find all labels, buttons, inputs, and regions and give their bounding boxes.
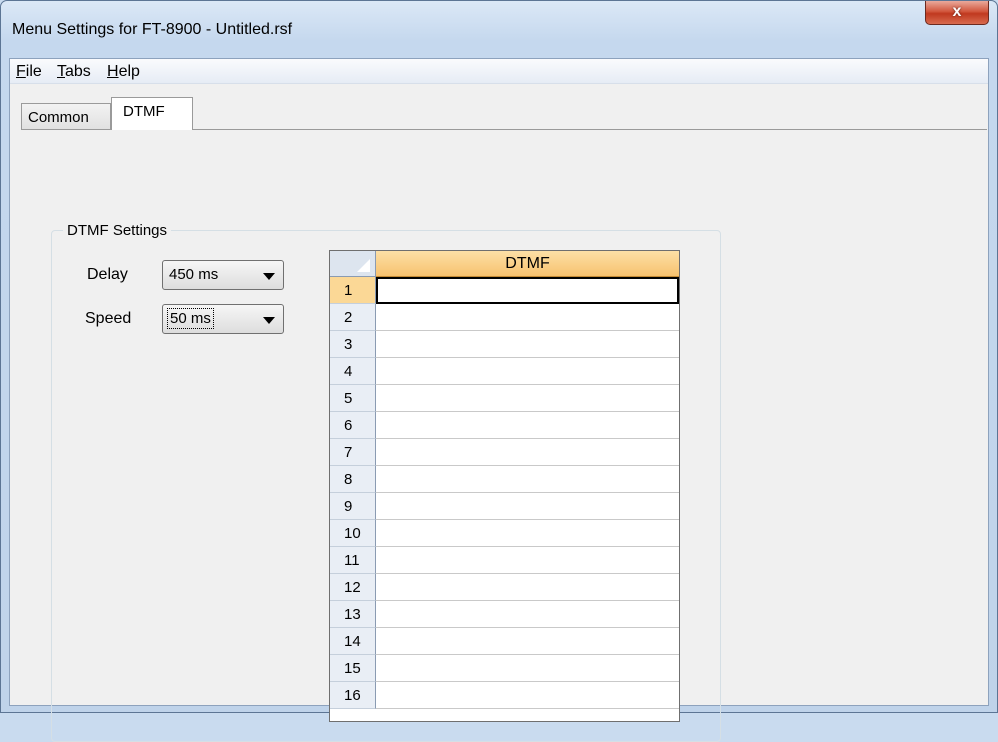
table-row: 6 <box>330 412 679 439</box>
row-header[interactable]: 15 <box>330 655 376 682</box>
table-row: 14 <box>330 628 679 655</box>
row-header[interactable]: 1 <box>330 277 376 304</box>
table-row: 3 <box>330 331 679 358</box>
table-row: 1 <box>330 277 679 304</box>
dtmf-cell[interactable] <box>376 574 679 601</box>
menu-help-label: elp <box>118 63 140 80</box>
row-header[interactable]: 12 <box>330 574 376 601</box>
dtmf-cell[interactable] <box>376 304 679 331</box>
delay-label: Delay <box>87 266 128 283</box>
dtmf-cell[interactable] <box>376 493 679 520</box>
table-row: 7 <box>330 439 679 466</box>
tab-common-label: Common <box>28 109 89 126</box>
table-row: 4 <box>330 358 679 385</box>
menu-file[interactable]: File <box>16 63 42 81</box>
dtmf-cell[interactable] <box>376 358 679 385</box>
menu-help-accel: H <box>107 63 119 80</box>
delay-select[interactable]: 450 ms <box>162 260 284 290</box>
speed-label: Speed <box>85 310 132 327</box>
menu-file-accel: F <box>16 63 26 80</box>
table-row: 2 <box>330 304 679 331</box>
close-icon: x <box>952 3 962 20</box>
table-row: 13 <box>330 601 679 628</box>
dtmf-cell[interactable] <box>376 439 679 466</box>
tab-dtmf[interactable]: DTMF <box>111 97 193 130</box>
row-header[interactable]: 4 <box>330 358 376 385</box>
tab-common[interactable]: Common <box>21 103 111 129</box>
dtmf-cell[interactable] <box>376 628 679 655</box>
client-area: File Tabs Help Common DTMF DTMF Settings… <box>9 58 989 742</box>
row-header[interactable]: 8 <box>330 466 376 493</box>
menu-tabs-accel: T <box>57 63 65 80</box>
delay-value: 450 ms <box>169 266 219 283</box>
row-header[interactable]: 10 <box>330 520 376 547</box>
select-all-corner[interactable] <box>330 251 376 277</box>
dtmf-cell[interactable] <box>376 385 679 412</box>
row-header[interactable]: 11 <box>330 547 376 574</box>
dtmf-tab-panel: DTMF Settings Delay 450 ms Speed 50 ms D… <box>21 129 987 742</box>
group-title: DTMF Settings <box>63 222 172 239</box>
dtmf-cell[interactable] <box>376 547 679 574</box>
row-header[interactable]: 2 <box>330 304 376 331</box>
menu-bar: File Tabs Help <box>10 59 988 84</box>
app-window: Menu Settings for FT-8900 - Untitled.rsf… <box>0 0 998 742</box>
row-header[interactable]: 6 <box>330 412 376 439</box>
chevron-down-icon <box>263 273 275 280</box>
table-row: 11 <box>330 547 679 574</box>
table-row: 12 <box>330 574 679 601</box>
dtmf-cell[interactable] <box>376 601 679 628</box>
chevron-down-icon <box>263 317 275 324</box>
menu-tabs[interactable]: Tabs <box>57 63 91 81</box>
menu-tabs-label: abs <box>65 63 91 80</box>
table-row: 16 <box>330 682 679 709</box>
dtmf-cell[interactable] <box>376 520 679 547</box>
column-header-dtmf[interactable]: DTMF <box>376 251 679 277</box>
row-header[interactable]: 14 <box>330 628 376 655</box>
dtmf-cell[interactable] <box>376 682 679 709</box>
tab-dtmf-label: DTMF <box>123 103 165 120</box>
row-header[interactable]: 5 <box>330 385 376 412</box>
row-header[interactable]: 13 <box>330 601 376 628</box>
menu-help[interactable]: Help <box>107 63 140 81</box>
table-row: 8 <box>330 466 679 493</box>
row-header[interactable]: 16 <box>330 682 376 709</box>
dtmf-cell[interactable] <box>376 331 679 358</box>
menu-file-label: ile <box>25 63 42 80</box>
dtmf-cell[interactable] <box>376 466 679 493</box>
table-row: 15 <box>330 655 679 682</box>
dtmf-cell[interactable] <box>376 277 679 304</box>
dtmf-cell[interactable] <box>376 655 679 682</box>
close-button[interactable]: x <box>925 1 989 25</box>
table-row: 5 <box>330 385 679 412</box>
title-bar[interactable]: Menu Settings for FT-8900 - Untitled.rsf… <box>1 1 997 43</box>
row-header[interactable]: 7 <box>330 439 376 466</box>
dtmf-grid: DTMF 1 2 3 4 5 6 7 8 9 10 11 12 13 14 15 16 <box>329 250 680 722</box>
speed-value: 50 ms <box>167 308 214 329</box>
speed-select[interactable]: 50 ms <box>162 304 284 334</box>
dtmf-cell[interactable] <box>376 412 679 439</box>
window-title: Menu Settings for FT-8900 - Untitled.rsf <box>12 21 293 38</box>
row-header[interactable]: 9 <box>330 493 376 520</box>
table-row: 9 <box>330 493 679 520</box>
table-row: 10 <box>330 520 679 547</box>
row-header[interactable]: 3 <box>330 331 376 358</box>
grid-rows: 1 2 3 4 5 6 7 8 9 10 11 12 13 14 15 16 <box>330 277 679 721</box>
